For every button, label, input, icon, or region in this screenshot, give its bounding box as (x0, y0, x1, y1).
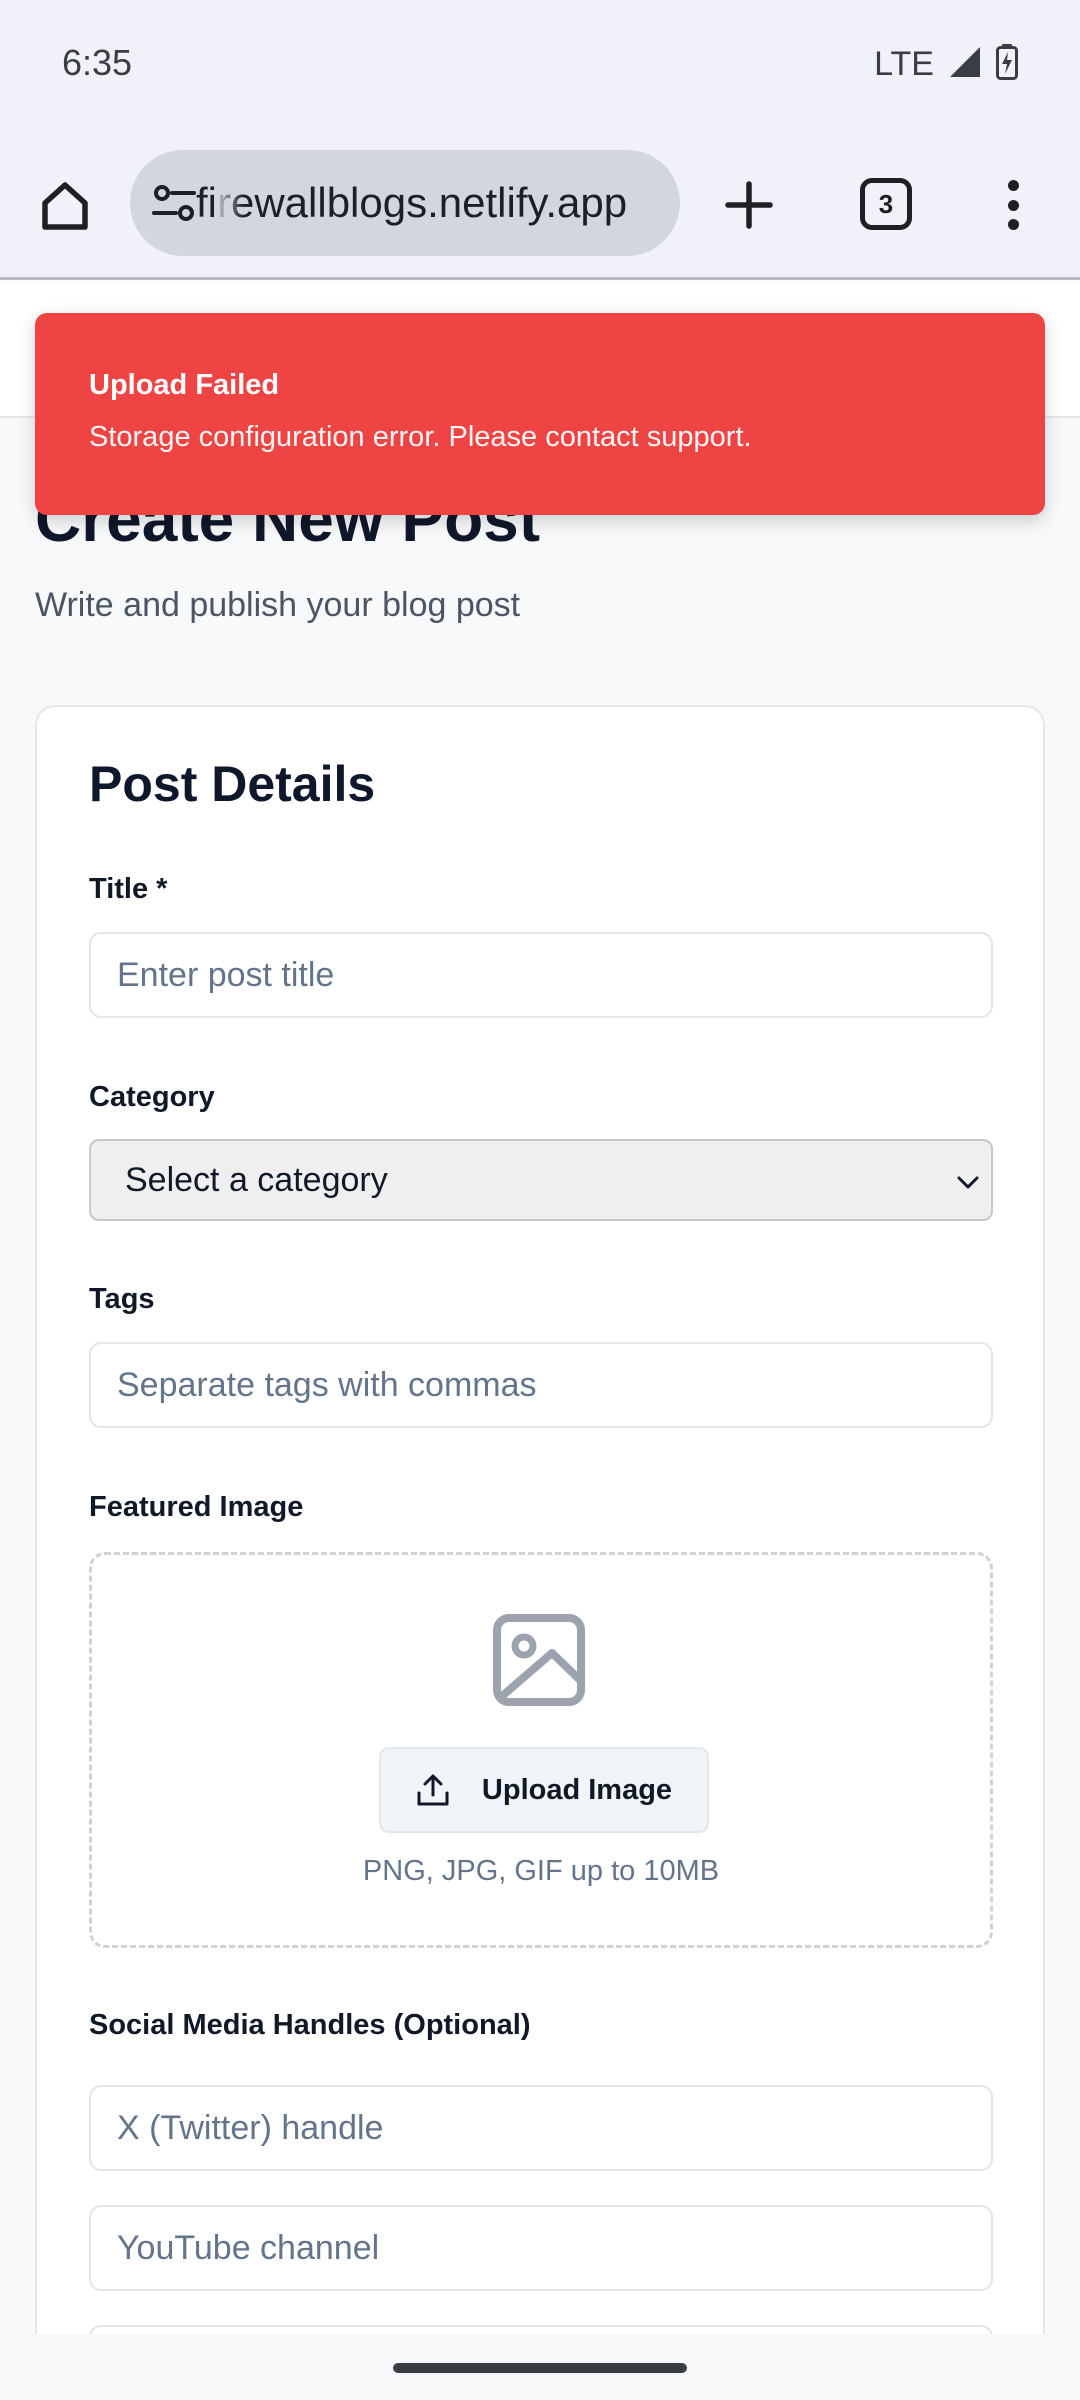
youtube-input[interactable] (89, 2205, 993, 2291)
status-time: 6:35 (62, 42, 133, 83)
upload-image-button[interactable]: Upload Image (379, 1747, 709, 1833)
tab-switcher-icon[interactable]: 3 (860, 178, 912, 230)
image-icon (493, 1614, 585, 1706)
url-text[interactable]: firewallblogs.netlify.app (196, 179, 627, 227)
gesture-nav-area (0, 2334, 1080, 2400)
tags-label: Tags (89, 1283, 155, 1315)
gesture-handle[interactable] (393, 2363, 687, 2373)
cell-signal-icon (948, 45, 982, 84)
url-fade (214, 150, 244, 256)
twitter-input[interactable] (89, 2085, 993, 2171)
post-details-card: Post Details Title * Category Select a c… (35, 705, 1045, 2400)
upload-hint: PNG, JPG, GIF up to 10MB (362, 1855, 720, 1887)
page-subtitle: Write and publish your blog post (35, 586, 521, 624)
tab-count: 3 (878, 188, 894, 219)
browser-toolbar: firewallblogs.netlify.app 3 (0, 130, 1080, 280)
plus-icon (725, 181, 773, 229)
category-select[interactable]: Select a category (89, 1139, 993, 1221)
title-input[interactable] (89, 932, 993, 1018)
image-dropzone[interactable]: Upload Image PNG, JPG, GIF up to 10MB (89, 1552, 993, 1948)
battery-charging-icon (996, 44, 1018, 85)
featured-image-label: Featured Image (89, 1491, 304, 1523)
site-settings-icon[interactable] (152, 183, 196, 223)
home-button[interactable] (34, 174, 96, 236)
home-icon (42, 182, 88, 230)
status-icons: LTE (874, 44, 1018, 85)
new-tab-button[interactable] (720, 176, 778, 234)
card-title: Post Details (89, 756, 376, 812)
menu-dot (1007, 199, 1019, 211)
upload-button-label: Upload Image (481, 1773, 673, 1806)
toast-title: Upload Failed (89, 369, 280, 401)
error-toast[interactable]: Upload Failed Storage configuration erro… (35, 313, 1045, 515)
status-bar: 6:35 LTE (0, 0, 1080, 130)
menu-dot (1007, 180, 1019, 191)
tags-input[interactable] (89, 1342, 993, 1428)
social-handles-label: Social Media Handles (Optional) (89, 2009, 531, 2041)
chevron-down-icon (957, 1176, 979, 1189)
more-vert-icon[interactable] (995, 176, 1031, 234)
category-select-value: Select a category (125, 1161, 388, 1199)
network-type: LTE (874, 45, 934, 83)
menu-dot (1007, 219, 1019, 230)
category-label: Category (89, 1081, 215, 1113)
toast-message: Storage configuration error. Please cont… (89, 421, 752, 453)
title-label: Title * (89, 873, 168, 905)
address-bar[interactable]: firewallblogs.netlify.app (130, 150, 680, 256)
upload-icon (417, 1774, 449, 1806)
